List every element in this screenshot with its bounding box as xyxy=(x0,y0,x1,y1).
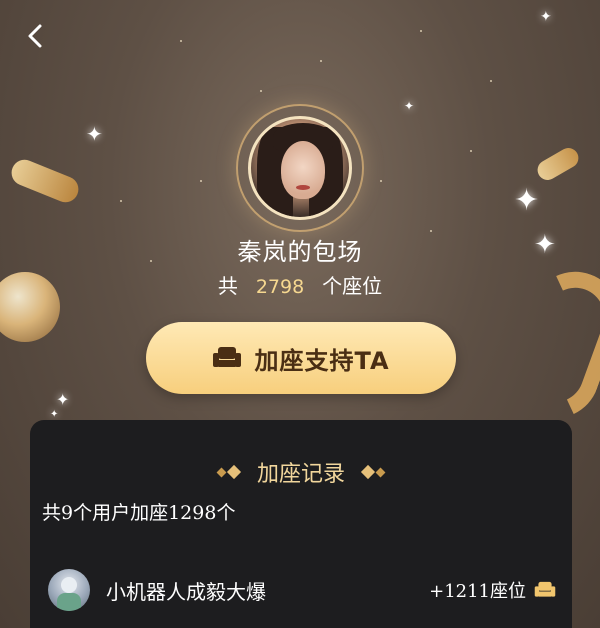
sparkle-icon: ✦ xyxy=(514,183,540,218)
records-summary: 共9个用户加座1298个 xyxy=(42,502,236,524)
back-button[interactable] xyxy=(22,22,50,50)
list-item[interactable]: 小机器人成毅大爆 +1211座位 xyxy=(48,568,556,612)
sparkle-icon: ✦ xyxy=(56,390,70,409)
diamond-decoration xyxy=(216,464,242,480)
seat-prefix: 共 xyxy=(217,274,238,298)
add-seat-button[interactable]: 加座支持TA xyxy=(146,322,456,394)
host-title: 秦岚的包场 xyxy=(237,238,363,266)
sparkle-icon: ✦ xyxy=(86,122,103,146)
avatar[interactable] xyxy=(248,116,352,220)
sofa-icon xyxy=(534,581,556,597)
add-seat-button-label: 加座支持TA xyxy=(254,346,390,375)
records-title: 加座记录 xyxy=(256,462,345,487)
avatar[interactable] xyxy=(48,569,90,611)
record-user-name: 小机器人成毅大爆 xyxy=(106,579,266,604)
seat-count-line: 共 2798 个座位 xyxy=(0,270,600,299)
diamond-decoration xyxy=(360,464,386,480)
chevron-left-icon xyxy=(28,24,42,48)
host-avatar-ring xyxy=(236,104,364,232)
sofa-icon xyxy=(213,347,242,367)
seat-count: 2798 xyxy=(255,276,305,298)
seat-records-panel: 加座记录 共9个用户加座1298个 小机器人成毅大爆 +1211座位 xyxy=(30,420,572,628)
ribbon-decoration xyxy=(533,144,583,184)
sparkle-icon: ✦ xyxy=(404,99,415,113)
ribbon-decoration xyxy=(7,155,83,207)
record-seat-count: +1211座位 xyxy=(429,581,526,602)
sparkle-icon: ✦ xyxy=(50,409,59,420)
seat-suffix: 个座位 xyxy=(322,274,383,298)
sparkle-icon: ✦ xyxy=(540,9,552,25)
records-header: 加座记录 xyxy=(30,456,572,488)
